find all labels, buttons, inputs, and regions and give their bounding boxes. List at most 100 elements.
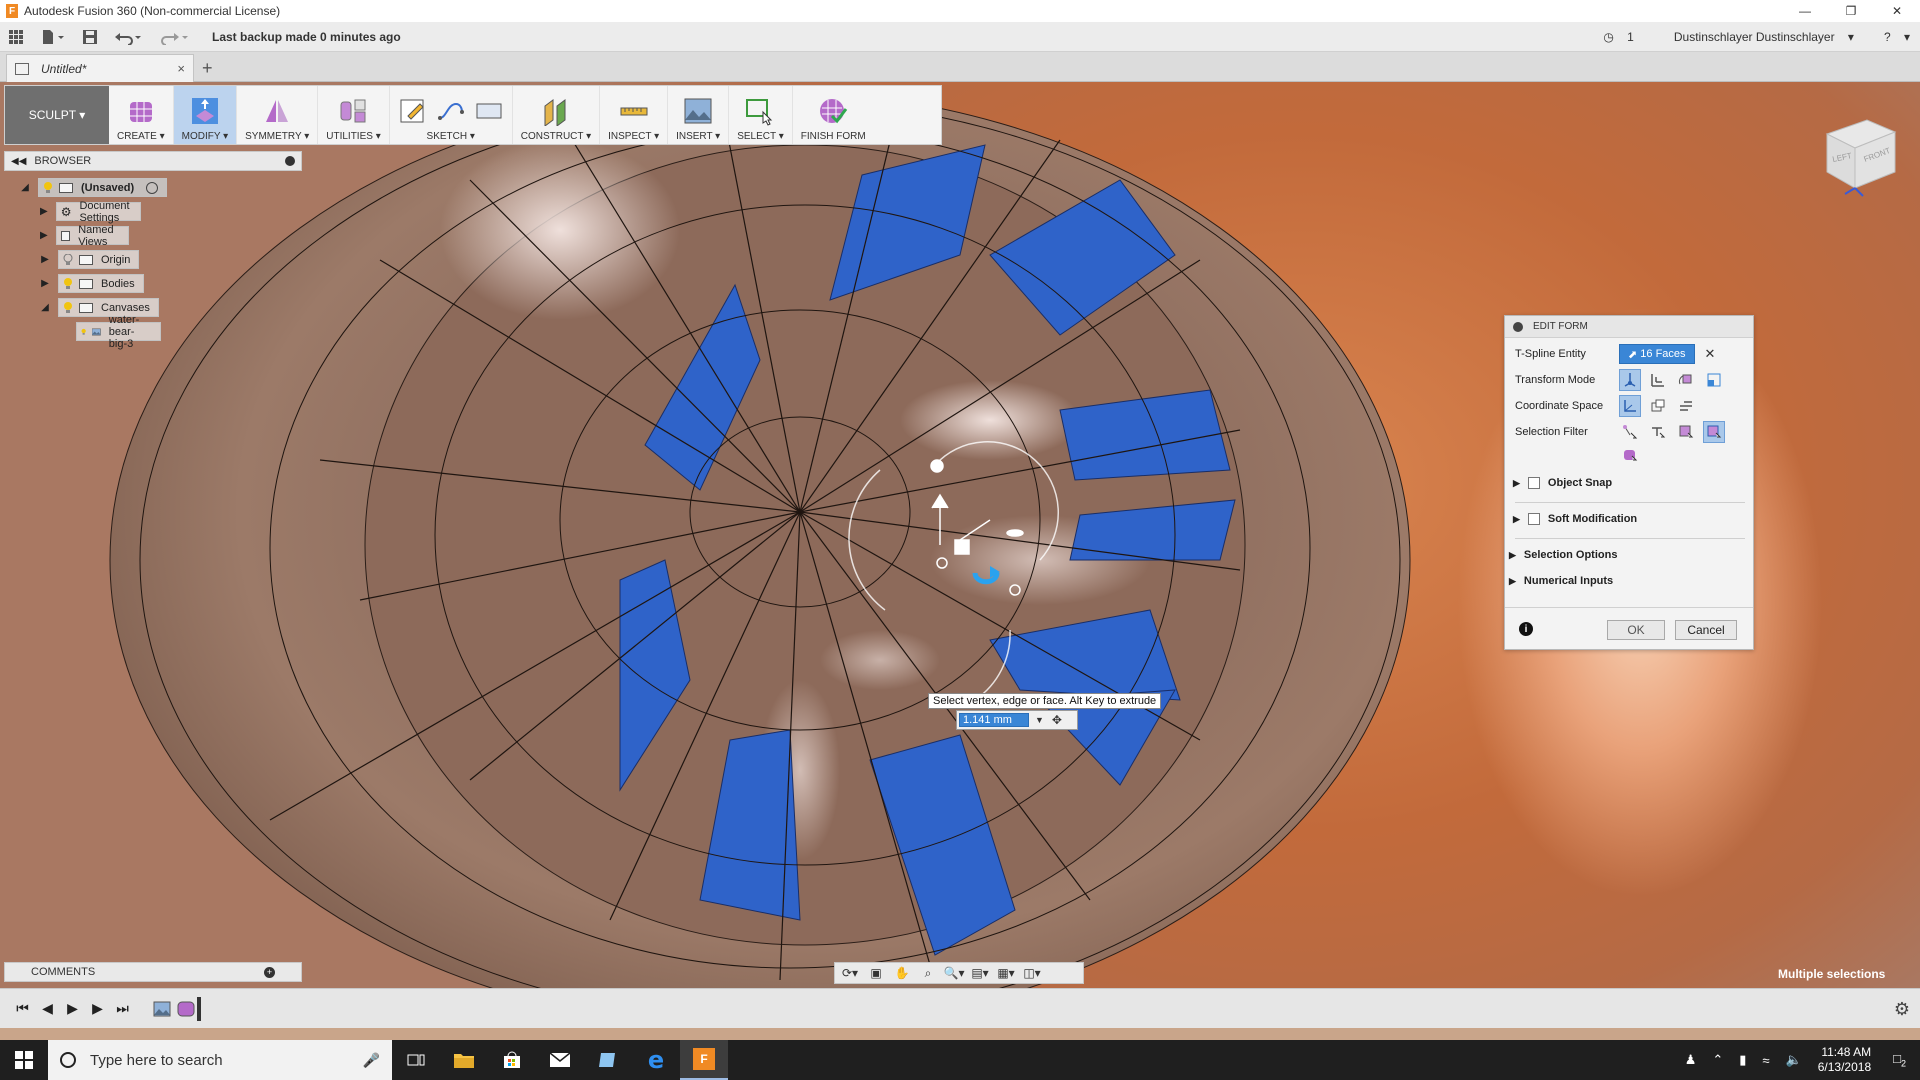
people-icon[interactable]: ♟: [1685, 1052, 1697, 1068]
timeline-form-feature-icon[interactable]: [177, 1000, 195, 1018]
browser-options-icon[interactable]: [285, 156, 295, 166]
local-space-icon[interactable]: [1675, 395, 1697, 417]
ok-button[interactable]: OK: [1607, 620, 1665, 640]
edge-filter-icon[interactable]: [1647, 421, 1669, 443]
distance-input[interactable]: [959, 713, 1029, 727]
save-icon[interactable]: [74, 22, 106, 52]
comments-panel-header[interactable]: COMMENTS +: [4, 962, 302, 982]
clock[interactable]: 11:48 AM 6/13/2018: [1818, 1045, 1871, 1075]
task-view-icon[interactable]: [392, 1040, 440, 1080]
tab-close-icon[interactable]: ×: [177, 61, 185, 76]
lightbulb-icon[interactable]: [43, 181, 53, 194]
lightbulb-icon[interactable]: [63, 301, 73, 314]
mail-icon[interactable]: [536, 1040, 584, 1080]
undo-icon[interactable]: [106, 22, 152, 52]
browser-panel-header[interactable]: ◀◀ BROWSER: [4, 151, 302, 171]
info-icon[interactable]: i: [1519, 622, 1533, 636]
tree-node-bodies[interactable]: ▶ Bodies: [40, 274, 144, 293]
world-space-icon[interactable]: [1619, 395, 1641, 417]
collapse-dialog-icon[interactable]: [1513, 321, 1523, 332]
collapse-triangle-icon[interactable]: ◢: [40, 302, 50, 313]
edge-browser-icon[interactable]: e: [632, 1040, 680, 1080]
viewports-icon[interactable]: ◫▾: [1021, 965, 1043, 981]
face-filter-icon[interactable]: [1675, 421, 1697, 443]
redo-icon[interactable]: [152, 22, 198, 52]
object-snap-section[interactable]: ▶ Object Snap: [1513, 472, 1745, 494]
new-tab-icon[interactable]: +: [202, 58, 213, 79]
select-menu[interactable]: SELECT ▾: [729, 86, 793, 144]
zoom-icon[interactable]: ⌕: [917, 965, 939, 981]
expand-triangle-icon[interactable]: ▶: [40, 254, 50, 265]
close-icon[interactable]: ✕: [1874, 0, 1920, 22]
sketch-menu[interactable]: SKETCH ▾: [390, 86, 513, 144]
numerical-inputs-section[interactable]: ▶ Numerical Inputs: [1509, 570, 1741, 592]
look-at-icon[interactable]: ▣: [865, 965, 887, 981]
chevron-down-icon[interactable]: ▼: [1035, 715, 1044, 725]
tree-node-named-views[interactable]: ▶ Named Views: [40, 224, 130, 248]
job-status[interactable]: ◷ 1: [1603, 30, 1644, 44]
tab-untitled[interactable]: Untitled* ×: [6, 54, 194, 82]
tree-node-root[interactable]: ◢ (Unsaved): [20, 178, 168, 197]
notifications-icon[interactable]: □2: [1893, 1051, 1906, 1069]
view-space-icon[interactable]: [1647, 395, 1669, 417]
activate-radio-icon[interactable]: [146, 181, 159, 194]
help-icon[interactable]: ? ▾: [1874, 30, 1910, 44]
body-filter-icon[interactable]: [1619, 444, 1641, 466]
insert-menu[interactable]: INSERT ▾: [668, 86, 730, 144]
windows-start-icon[interactable]: [0, 1040, 48, 1080]
tree-node-canvas-image[interactable]: water-bear-big-3: [76, 314, 161, 350]
finish-form-button[interactable]: FINISH FORM: [793, 86, 874, 144]
display-settings-icon[interactable]: ▤▾: [969, 965, 991, 981]
create-menu[interactable]: CREATE ▾: [109, 86, 174, 144]
expand-triangle-icon[interactable]: ▶: [1509, 550, 1516, 561]
orbit-icon[interactable]: ⟳▾: [839, 965, 861, 981]
cancel-button[interactable]: Cancel: [1675, 620, 1737, 640]
edit-form-header[interactable]: EDIT FORM: [1505, 316, 1753, 338]
lightbulb-icon[interactable]: [63, 277, 73, 290]
multi-transform-icon[interactable]: [1619, 369, 1641, 391]
rotation-icon[interactable]: [1675, 369, 1697, 391]
manipulator-options-icon[interactable]: ✥: [1052, 713, 1062, 727]
all-filter-icon[interactable]: [1703, 421, 1725, 443]
symmetry-menu[interactable]: SYMMETRY ▾: [237, 86, 319, 144]
timeline-canvas-feature-icon[interactable]: [153, 1000, 171, 1018]
lightbulb-off-icon[interactable]: [63, 253, 73, 266]
file-menu-icon[interactable]: [32, 22, 74, 52]
soft-modification-checkbox[interactable]: [1527, 513, 1540, 525]
microphone-icon[interactable]: 🎤: [363, 1052, 380, 1069]
add-comment-icon[interactable]: +: [264, 966, 275, 978]
tree-node-origin[interactable]: ▶ Origin: [40, 250, 140, 269]
vertex-filter-icon[interactable]: [1619, 421, 1641, 443]
step-back-icon[interactable]: ◀: [35, 999, 60, 1019]
volume-icon[interactable]: 🔈: [1786, 1052, 1802, 1068]
minimize-icon[interactable]: —: [1782, 0, 1828, 22]
wifi-icon[interactable]: ≈: [1762, 1053, 1769, 1068]
data-panel-grid-icon[interactable]: [0, 22, 32, 52]
workspace-switcher[interactable]: SCULPT ▾: [5, 86, 109, 144]
battery-icon[interactable]: ▮: [1739, 1052, 1746, 1068]
inspect-menu[interactable]: INSPECT ▾: [600, 86, 669, 144]
clear-selection-icon[interactable]: ✕: [1705, 346, 1716, 362]
lightbulb-icon[interactable]: [81, 326, 86, 338]
translation-icon[interactable]: [1647, 369, 1669, 391]
expand-triangle-icon[interactable]: ▶: [1513, 514, 1520, 525]
taskbar-search[interactable]: Type here to search 🎤: [48, 1040, 392, 1080]
expand-triangle-icon[interactable]: ▶: [1513, 478, 1520, 489]
app-shortcut-icon[interactable]: [584, 1040, 632, 1080]
tree-node-document-settings[interactable]: ▶ ⚙ Document Settings: [40, 200, 141, 224]
fusion360-taskbar-icon[interactable]: F: [680, 1040, 728, 1080]
step-forward-icon[interactable]: ▶​: [85, 999, 110, 1019]
modify-menu[interactable]: MODIFY ▾: [173, 86, 238, 144]
timeline-marker-icon[interactable]: [197, 996, 201, 1021]
fit-icon[interactable]: 🔍▾: [943, 965, 965, 981]
user-menu[interactable]: Dustinschlayer Dustinschlayer ▾: [1664, 30, 1854, 44]
grid-settings-icon[interactable]: ▦▾: [995, 965, 1017, 981]
collapse-browser-icon[interactable]: ◀◀: [11, 156, 26, 167]
play-icon[interactable]: ▶: [60, 999, 85, 1019]
file-explorer-icon[interactable]: [440, 1040, 488, 1080]
scale-icon[interactable]: [1703, 369, 1725, 391]
show-hidden-icons-chevron-icon[interactable]: ⌃: [1712, 1052, 1723, 1068]
restore-icon[interactable]: ❐: [1828, 0, 1874, 22]
timeline-settings-gear-icon[interactable]: ⚙: [1894, 999, 1910, 1020]
collapse-triangle-icon[interactable]: ◢: [20, 182, 30, 193]
